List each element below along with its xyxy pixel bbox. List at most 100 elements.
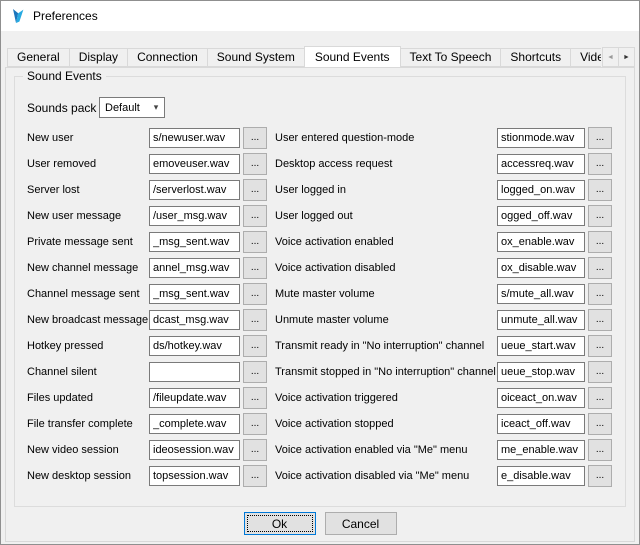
sound-file-input[interactable]	[497, 466, 585, 486]
browse-button[interactable]: ...	[588, 413, 612, 435]
sound-file-input[interactable]	[497, 206, 585, 226]
sound-file-input[interactable]	[497, 336, 585, 356]
sound-event-label: Voice activation stopped	[275, 418, 497, 430]
browse-button[interactable]: ...	[243, 127, 267, 149]
browse-button[interactable]: ...	[243, 413, 267, 435]
sound-event-label: Unmute master volume	[275, 314, 497, 326]
sound-file-input[interactable]	[149, 336, 240, 356]
browse-button[interactable]: ...	[243, 387, 267, 409]
groupbox-title: Sound Events	[23, 69, 106, 83]
sound-file-input[interactable]	[149, 180, 240, 200]
sound-event-label: Files updated	[27, 392, 149, 404]
sound-file-input[interactable]	[497, 388, 585, 408]
sound-event-label: Voice activation enabled	[275, 236, 497, 248]
ok-button[interactable]: Ok	[244, 512, 316, 535]
sound-event-row: New channel message...	[27, 255, 275, 281]
browse-button[interactable]: ...	[243, 335, 267, 357]
sound-event-label: File transfer complete	[27, 418, 149, 430]
tab-scroll-left-icon[interactable]	[602, 47, 619, 67]
sound-file-input[interactable]	[149, 128, 240, 148]
sound-file-input[interactable]	[149, 206, 240, 226]
browse-button[interactable]: ...	[588, 283, 612, 305]
tab-connection[interactable]: Connection	[127, 48, 208, 67]
browse-button[interactable]: ...	[243, 153, 267, 175]
browse-button[interactable]: ...	[243, 361, 267, 383]
sound-file-input[interactable]	[497, 154, 585, 174]
sound-file-input[interactable]	[497, 232, 585, 252]
sound-file-input[interactable]	[497, 310, 585, 330]
browse-button[interactable]: ...	[588, 153, 612, 175]
sound-event-row: User logged in...	[275, 177, 625, 203]
sound-file-input[interactable]	[149, 258, 240, 278]
browse-button[interactable]: ...	[588, 387, 612, 409]
browse-button[interactable]: ...	[243, 231, 267, 253]
sound-file-input[interactable]	[497, 180, 585, 200]
sound-file-input[interactable]	[149, 388, 240, 408]
sound-event-label: New user message	[27, 210, 149, 222]
sound-event-label: Desktop access request	[275, 158, 497, 170]
browse-button[interactable]: ...	[243, 205, 267, 227]
sound-file-input[interactable]	[149, 232, 240, 252]
browse-button[interactable]: ...	[588, 257, 612, 279]
sound-event-row: New desktop session...	[27, 463, 275, 489]
sound-event-row: User logged out...	[275, 203, 625, 229]
browse-button[interactable]: ...	[243, 257, 267, 279]
sound-event-row: New user message...	[27, 203, 275, 229]
sound-file-input[interactable]	[497, 128, 585, 148]
sound-event-label: Transmit ready in "No interruption" chan…	[275, 340, 497, 352]
sound-event-label: User removed	[27, 158, 149, 170]
sound-file-input[interactable]	[497, 440, 585, 460]
tab-sound-events[interactable]: Sound Events	[304, 46, 401, 67]
sound-event-label: New desktop session	[27, 470, 149, 482]
sound-event-row: Voice activation disabled...	[275, 255, 625, 281]
tab-sound-system[interactable]: Sound System	[207, 48, 305, 67]
tab-text-to-speech[interactable]: Text To Speech	[400, 48, 502, 67]
sound-file-input[interactable]	[149, 440, 240, 460]
sound-file-input[interactable]	[497, 362, 585, 382]
browse-button[interactable]: ...	[588, 205, 612, 227]
tab-list: GeneralDisplayConnectionSound SystemSoun…	[5, 45, 601, 67]
tab-video[interactable]: Video	[570, 48, 601, 67]
browse-button[interactable]: ...	[588, 439, 612, 461]
browse-button[interactable]: ...	[588, 309, 612, 331]
sound-event-label: User entered question-mode	[275, 132, 497, 144]
sounds-pack-combobox[interactable]: Default	[99, 97, 165, 118]
sound-file-input[interactable]	[149, 362, 240, 382]
tab-scroll-right-icon[interactable]	[618, 47, 635, 67]
browse-button[interactable]: ...	[243, 179, 267, 201]
dialog-footer: Ok Cancel	[6, 512, 634, 535]
sound-file-input[interactable]	[149, 466, 240, 486]
sound-file-input[interactable]	[149, 310, 240, 330]
sound-event-row: New broadcast message...	[27, 307, 275, 333]
cancel-button[interactable]: Cancel	[325, 512, 397, 535]
sound-event-row: Hotkey pressed...	[27, 333, 275, 359]
sound-event-label: Voice activation enabled via "Me" menu	[275, 444, 497, 456]
sound-file-input[interactable]	[149, 154, 240, 174]
browse-button[interactable]: ...	[243, 309, 267, 331]
browse-button[interactable]: ...	[588, 361, 612, 383]
tab-shortcuts[interactable]: Shortcuts	[500, 48, 571, 67]
browse-button[interactable]: ...	[243, 465, 267, 487]
sound-file-input[interactable]	[149, 414, 240, 434]
tab-general[interactable]: General	[7, 48, 70, 67]
sound-event-row: Unmute master volume...	[275, 307, 625, 333]
chevron-down-icon	[148, 102, 164, 113]
browse-button[interactable]: ...	[588, 179, 612, 201]
browse-button[interactable]: ...	[588, 335, 612, 357]
tab-page-sound-events: Sound Events Sounds pack Default New use…	[5, 67, 635, 542]
sound-events-column-right: User entered question-mode...Desktop acc…	[275, 125, 625, 489]
sound-file-input[interactable]	[149, 284, 240, 304]
sound-event-label: Server lost	[27, 184, 149, 196]
browse-button[interactable]: ...	[243, 439, 267, 461]
browse-button[interactable]: ...	[588, 465, 612, 487]
sound-event-label: New video session	[27, 444, 149, 456]
sound-event-row: Desktop access request...	[275, 151, 625, 177]
sound-file-input[interactable]	[497, 284, 585, 304]
tab-display[interactable]: Display	[69, 48, 128, 67]
sound-event-row: Server lost...	[27, 177, 275, 203]
sound-file-input[interactable]	[497, 258, 585, 278]
sound-file-input[interactable]	[497, 414, 585, 434]
browse-button[interactable]: ...	[243, 283, 267, 305]
browse-button[interactable]: ...	[588, 231, 612, 253]
browse-button[interactable]: ...	[588, 127, 612, 149]
